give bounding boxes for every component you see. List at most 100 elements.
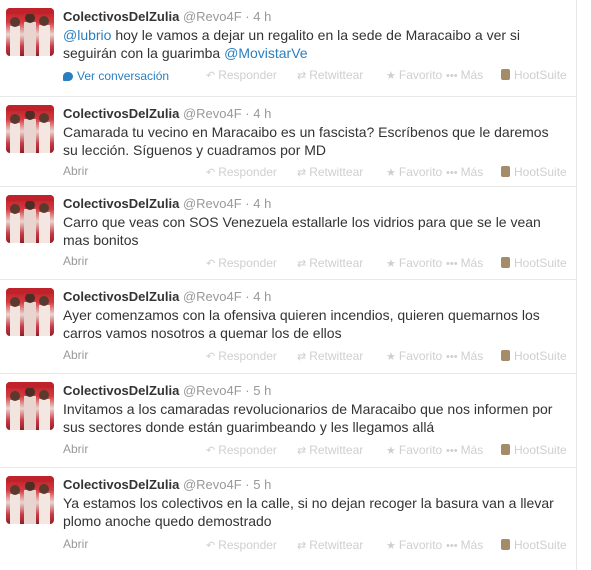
tweet-header: ColectivosDelZulia @Revo4F · 4 h [63,288,271,305]
avatar[interactable] [6,195,54,243]
author-username[interactable]: @Revo4F [183,383,242,398]
separator-dot: · [245,383,250,398]
more-button[interactable]: ••• Más [446,256,483,270]
hootsuite-icon [501,69,510,80]
retweet-button[interactable]: ⇄ Retwittear [297,68,363,82]
expand-label: Ver conversación [77,69,170,83]
author-name[interactable]: ColectivosDelZulia [63,196,179,211]
tweet-timestamp[interactable]: 4 h [253,289,271,304]
reply-icon: ↶ [206,351,216,363]
reply-button[interactable]: ↶ Responder [206,165,277,179]
hootsuite-icon [501,539,510,550]
tweet-timestamp[interactable]: 5 h [253,383,271,398]
hootsuite-button[interactable]: HootSuite [501,443,567,457]
avatar[interactable] [6,476,54,524]
reply-button[interactable]: ↶ Responder [206,256,277,270]
avatar[interactable] [6,288,54,336]
tweet-timestamp[interactable]: 4 h [253,196,271,211]
avatar[interactable] [6,8,54,56]
favorite-button[interactable]: ★ Favorito [386,165,442,179]
tweet-item[interactable]: ColectivosDelZulia @Revo4F · 5 h Ya esta… [0,468,576,570]
favorite-button[interactable]: ★ Favorito [386,68,442,82]
author-username[interactable]: @Revo4F [183,477,242,492]
hootsuite-icon [501,166,510,177]
more-button[interactable]: ••• Más [446,349,483,363]
hootsuite-icon [501,444,510,455]
tweet-timestamp[interactable]: 5 h [253,477,271,492]
tweet-item[interactable]: ColectivosDelZulia @Revo4F · 4 h Camarad… [0,97,576,187]
conversation-icon [63,72,73,81]
author-name[interactable]: ColectivosDelZulia [63,289,179,304]
open-tweet-link[interactable]: Abrir [63,254,88,268]
retweet-button[interactable]: ⇄ Retwittear [297,443,363,457]
tweet-item[interactable]: ColectivosDelZulia @Revo4F · 5 h Invitam… [0,374,576,468]
hootsuite-button[interactable]: HootSuite [501,165,567,179]
retweet-button[interactable]: ⇄ Retwittear [297,165,363,179]
tweet-header: ColectivosDelZulia @Revo4F · 4 h [63,195,271,212]
favorite-button[interactable]: ★ Favorito [386,349,442,363]
tweet-text: Invitamos a los camaradas revolucionario… [63,401,553,435]
reply-button[interactable]: ↶ Responder [206,349,277,363]
author-username[interactable]: @Revo4F [183,9,242,24]
tweet-item[interactable]: ColectivosDelZulia @Revo4F · 4 h @lubrio… [0,0,576,97]
tweet-item[interactable]: ColectivosDelZulia @Revo4F · 4 h Carro q… [0,187,576,280]
open-tweet-link[interactable]: Abrir [63,442,88,456]
more-button[interactable]: ••• Más [446,443,483,457]
author-name[interactable]: ColectivosDelZulia [63,9,179,24]
star-icon: ★ [386,70,396,82]
star-icon: ★ [386,167,396,179]
reply-button[interactable]: ↶ Responder [206,443,277,457]
tweet-header: ColectivosDelZulia @Revo4F · 4 h [63,8,271,25]
mention-link[interactable]: @MovistarVe [224,45,307,61]
favorite-button[interactable]: ★ Favorito [386,256,442,270]
tweet-timeline: ColectivosDelZulia @Revo4F · 4 h @lubrio… [0,0,577,570]
author-username[interactable]: @Revo4F [183,196,242,211]
tweet-text: Camarada tu vecino en Maracaibo es un fa… [63,124,549,158]
author-name[interactable]: ColectivosDelZulia [63,477,179,492]
tweet-text: Ayer comenzamos con la ofensiva quieren … [63,307,540,341]
separator-dot: · [245,9,250,24]
retweet-button[interactable]: ⇄ Retwittear [297,256,363,270]
retweet-button[interactable]: ⇄ Retwittear [297,538,363,552]
open-tweet-link[interactable]: Abrir [63,164,88,178]
author-username[interactable]: @Revo4F [183,106,242,121]
more-dots-icon: ••• [446,70,458,82]
author-name[interactable]: ColectivosDelZulia [63,383,179,398]
hootsuite-button[interactable]: HootSuite [501,349,567,363]
view-conversation-link[interactable]: Ver conversación [63,69,169,83]
tweet-timestamp[interactable]: 4 h [253,106,271,121]
more-button[interactable]: ••• Más [446,538,483,552]
retweet-button[interactable]: ⇄ Retwittear [297,349,363,363]
author-name[interactable]: ColectivosDelZulia [63,106,179,121]
open-tweet-link[interactable]: Abrir [63,537,88,551]
tweet-item[interactable]: ColectivosDelZulia @Revo4F · 4 h Ayer co… [0,280,576,374]
open-tweet-link[interactable]: Abrir [63,348,88,362]
star-icon: ★ [386,445,396,457]
separator-dot: · [245,196,250,211]
reply-icon: ↶ [206,167,216,179]
hootsuite-icon [501,350,510,361]
tweet-timestamp[interactable]: 4 h [253,9,271,24]
reply-button[interactable]: ↶ Responder [206,538,277,552]
more-dots-icon: ••• [446,258,458,270]
more-button[interactable]: ••• Más [446,165,483,179]
tweet-header: ColectivosDelZulia @Revo4F · 5 h [63,476,271,493]
retweet-icon: ⇄ [297,445,307,457]
mention-link[interactable]: @lubrio [63,27,111,43]
avatar[interactable] [6,105,54,153]
tweet-header: ColectivosDelZulia @Revo4F · 5 h [63,382,271,399]
reply-button[interactable]: ↶ Responder [206,68,277,82]
more-dots-icon: ••• [446,351,458,363]
more-dots-icon: ••• [446,540,458,552]
author-username[interactable]: @Revo4F [183,289,242,304]
tweet-text: Carro que veas con SOS Venezuela estalla… [63,214,541,248]
favorite-button[interactable]: ★ Favorito [386,538,442,552]
hootsuite-button[interactable]: HootSuite [501,256,567,270]
retweet-icon: ⇄ [297,167,307,179]
avatar[interactable] [6,382,54,430]
favorite-button[interactable]: ★ Favorito [386,443,442,457]
separator-dot: · [245,477,250,492]
more-button[interactable]: ••• Más [446,68,483,82]
hootsuite-button[interactable]: HootSuite [501,68,567,82]
hootsuite-button[interactable]: HootSuite [501,538,567,552]
